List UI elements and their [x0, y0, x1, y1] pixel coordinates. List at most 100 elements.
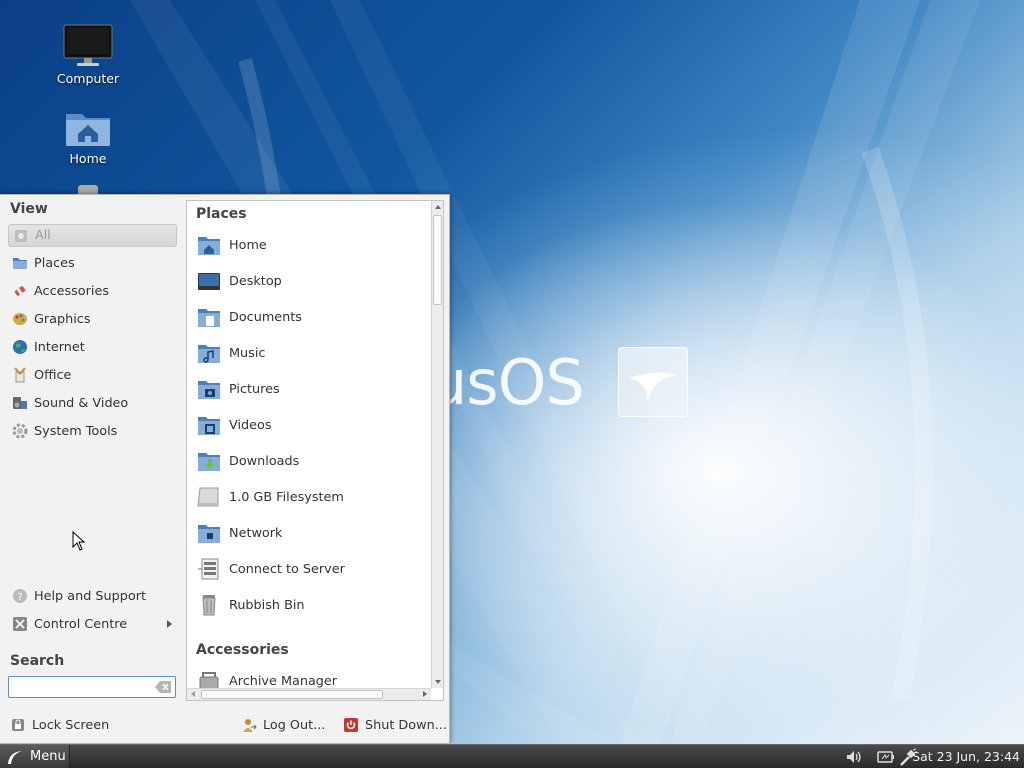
- desktop-icon-label: Home: [69, 151, 107, 166]
- scroll-down-arrow-icon[interactable]: [435, 680, 441, 684]
- scroll-right-arrow-icon[interactable]: [423, 691, 427, 697]
- bottom-panel: Menu Sat 23 Jun, 23:44: [0, 744, 1024, 768]
- category-graphics[interactable]: Graphics: [8, 307, 178, 331]
- shut-down-label: Shut Down...: [365, 717, 447, 733]
- section-title-places: Places: [196, 206, 247, 222]
- globe-icon: [13, 340, 27, 354]
- rubbish-bin-icon: [202, 595, 216, 616]
- category-accessories[interactable]: Accessories: [8, 279, 178, 303]
- menu-button-label: Menu: [30, 749, 66, 764]
- log-out-label: Log Out...: [263, 717, 326, 733]
- desktop-icon-computer[interactable]: Computer: [38, 24, 138, 86]
- desktop-icon-home[interactable]: Home: [38, 108, 138, 166]
- clear-search-icon[interactable]: [155, 681, 171, 693]
- menu-logo-icon: [8, 750, 22, 764]
- category-all[interactable]: All: [8, 224, 177, 247]
- control-centre-button[interactable]: Control Centre: [8, 612, 178, 636]
- network-folder-icon: [198, 525, 220, 543]
- category-sound-video[interactable]: Sound & Video: [8, 391, 178, 415]
- folder-icon: [13, 258, 27, 269]
- help-and-support-button[interactable]: ? Help and Support: [8, 584, 178, 608]
- category-label: Accessories: [34, 283, 109, 299]
- gear-icon: [12, 423, 28, 439]
- lock-icon: [12, 719, 24, 731]
- item-label: Connect to Server: [229, 561, 345, 577]
- item-label: Documents: [229, 309, 302, 325]
- place-item-music[interactable]: Music: [197, 339, 427, 367]
- power-icon: [344, 718, 358, 732]
- category-label: Sound & Video: [34, 395, 129, 411]
- place-item-filesystem[interactable]: 1.0 GB Filesystem: [197, 483, 427, 511]
- place-item-connect-to-server[interactable]: Connect to Server: [197, 555, 427, 583]
- place-item-rubbish-bin[interactable]: Rubbish Bin: [197, 591, 427, 619]
- scroll-up-arrow-icon[interactable]: [435, 205, 441, 209]
- category-label: Internet: [34, 339, 85, 355]
- help-label: Help and Support: [34, 588, 146, 604]
- item-label: Home: [229, 237, 267, 253]
- menu-button[interactable]: Menu: [0, 745, 70, 768]
- wallpaper-watermark-text: usOS: [428, 346, 585, 419]
- horizontal-scrollbar[interactable]: [187, 688, 431, 700]
- mouse-cursor-icon: [72, 531, 86, 551]
- category-label: Office: [34, 367, 72, 383]
- search-input[interactable]: [9, 677, 149, 697]
- lock-screen-label: Lock Screen: [32, 717, 110, 733]
- application-menu: View All Places Accessories Graphics Int…: [0, 194, 450, 744]
- category-label: Graphics: [34, 311, 91, 327]
- server-icon: [198, 558, 219, 580]
- videos-folder-icon: [198, 417, 220, 435]
- place-item-pictures[interactable]: Pictures: [197, 375, 427, 403]
- section-title-accessories: Accessories: [196, 642, 289, 658]
- category-internet[interactable]: Internet: [8, 335, 178, 359]
- item-label: Network: [229, 525, 283, 541]
- category-system-tools[interactable]: System Tools: [8, 419, 178, 443]
- view-title: View: [10, 201, 48, 217]
- lock-screen-button[interactable]: Lock Screen: [10, 716, 109, 734]
- item-label: 1.0 GB Filesystem: [229, 489, 344, 505]
- place-item-network[interactable]: Network: [197, 519, 427, 547]
- clock[interactable]: Sat 23 Jun, 23:44: [912, 749, 1020, 764]
- search-title: Search: [10, 653, 65, 669]
- pictures-folder-icon: [198, 381, 220, 399]
- place-item-documents[interactable]: Documents: [197, 303, 427, 331]
- shut-down-button[interactable]: Shut Down...: [343, 716, 447, 734]
- office-icon: [14, 367, 26, 383]
- item-label: Downloads: [229, 453, 300, 469]
- multimedia-icon: [13, 397, 27, 409]
- place-item-downloads[interactable]: Downloads: [197, 447, 427, 475]
- scroll-left-arrow-icon[interactable]: [191, 691, 195, 697]
- tools-icon: [13, 617, 27, 631]
- place-item-desktop[interactable]: Desktop: [197, 267, 427, 295]
- accessories-icon: [14, 286, 26, 297]
- logo-swoosh-icon: [629, 372, 677, 403]
- home-folder-icon: [66, 114, 110, 146]
- monitor-icon: [63, 24, 113, 66]
- control-centre-label: Control Centre: [34, 616, 128, 632]
- all-icon: [15, 229, 27, 242]
- item-label: Videos: [229, 417, 272, 433]
- music-folder-icon: [198, 345, 220, 363]
- vertical-scrollbar[interactable]: [431, 201, 443, 688]
- category-label: All: [35, 228, 51, 243]
- category-places[interactable]: Places: [8, 251, 178, 275]
- place-item-home[interactable]: Home: [197, 231, 427, 259]
- item-label: Music: [229, 345, 266, 361]
- graphics-icon: [13, 313, 27, 325]
- category-label: System Tools: [34, 423, 118, 439]
- battery-icon[interactable]: [877, 748, 895, 766]
- documents-folder-icon: [198, 309, 220, 327]
- vertical-scroll-thumb[interactable]: [433, 215, 442, 305]
- place-item-videos[interactable]: Videos: [197, 411, 427, 439]
- volume-icon[interactable]: [845, 748, 863, 766]
- downloads-folder-icon: [198, 453, 220, 471]
- category-label: Places: [34, 255, 75, 271]
- desktop-icon-label: Computer: [56, 71, 120, 86]
- desktop-icon: [198, 273, 220, 290]
- wallpaper-logo: [618, 347, 688, 417]
- search-box: [8, 676, 176, 698]
- submenu-arrow-icon: [167, 620, 172, 628]
- category-office[interactable]: Office: [8, 363, 178, 387]
- horizontal-scroll-thumb[interactable]: [201, 690, 383, 699]
- item-label: Rubbish Bin: [229, 597, 305, 613]
- log-out-button[interactable]: Log Out...: [241, 716, 325, 734]
